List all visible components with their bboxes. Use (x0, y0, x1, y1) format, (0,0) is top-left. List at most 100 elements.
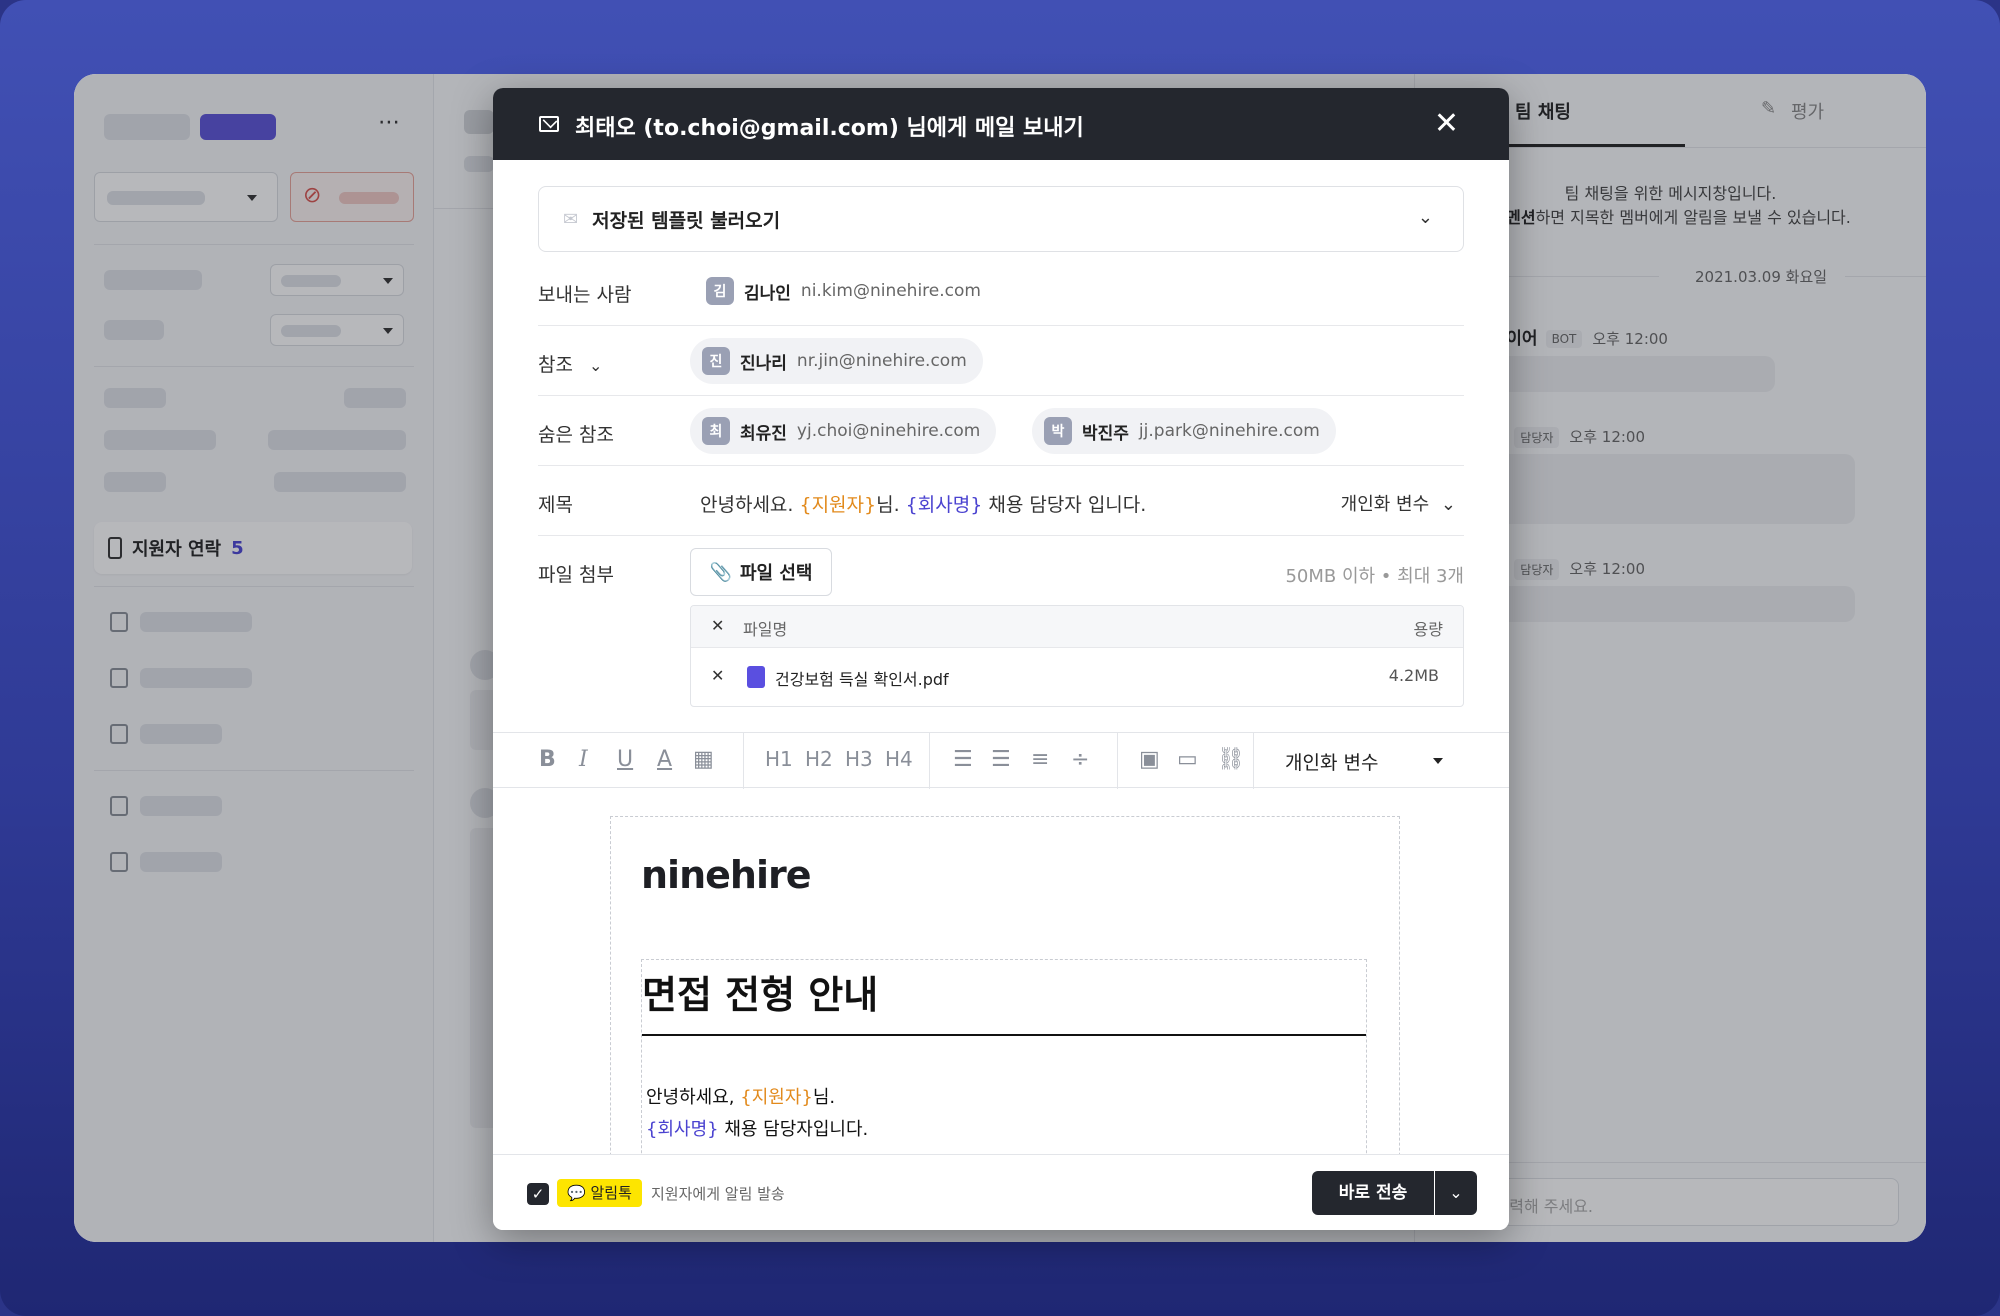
alimtalk-label: 알림톡 (590, 1184, 632, 1202)
caret-down-icon (1433, 758, 1443, 764)
email-canvas: ninehire 면접 전형 안내 안녕하세요, {지원자}님. {회사명} 채… (610, 816, 1400, 1154)
from-email: ni.kim@ninehire.com (800, 281, 981, 301)
from-row: 보내는 사람 김 김나인 ni.kim@ninehire.com (538, 256, 1464, 326)
cc-chip[interactable]: 진 진나리 nr.jin@ninehire.com (690, 338, 983, 384)
subject-text: 안녕하세요. (700, 494, 800, 516)
personalize-label: 개인화 변수 (1340, 494, 1430, 515)
bcc-email: yj.choi@ninehire.com (796, 421, 981, 441)
send-mail-modal: 최태오 (to.choi@gmail.com) 님에게 메일 보내기 ✕ ✉ 저… (493, 88, 1509, 1230)
content-block[interactable]: 면접 전형 안내 안녕하세요, {지원자}님. {회사명} 채용 담당자입니다. (641, 959, 1367, 1154)
column-filename: 파일명 (743, 620, 788, 639)
subject-row[interactable]: 제목 안녕하세요. {지원자}님. {회사명} 채용 담당자 입니다. 개인화 … (538, 466, 1464, 536)
column-size: 용량 (1413, 620, 1443, 639)
bcc-email: jj.park@ninehire.com (1138, 421, 1320, 441)
avatar: 박 (1044, 417, 1072, 445)
body-paragraph: 안녕하세요, {지원자}님. {회사명} 채용 담당자입니다. (646, 1082, 868, 1146)
video-icon[interactable]: ▭ (1177, 747, 1198, 772)
file-select-label: 파일 선택 (739, 563, 813, 584)
body-heading: 면접 전형 안내 (642, 973, 879, 1017)
file-table-header: ✕ 파일명 용량 (691, 606, 1463, 648)
cc-row: 참조 ⌄ 진 진나리 nr.jin@ninehire.com (538, 326, 1464, 396)
remove-all-icon[interactable]: ✕ (711, 616, 724, 635)
remove-file-icon[interactable]: ✕ (711, 666, 724, 685)
ordered-list-icon[interactable]: ☰ (953, 747, 973, 772)
bcc-name: 박진주 (1082, 423, 1129, 444)
file-select-button[interactable]: 📎 파일 선택 (690, 548, 832, 596)
bcc-chip[interactable]: 박 박진주 jj.park@ninehire.com (1032, 408, 1336, 454)
heading2-icon[interactable]: H2 (805, 747, 833, 771)
attach-row: 파일 첨부 📎 파일 선택 50MB 이하 • 최대 3개 (538, 536, 1464, 606)
modal-title: 최태오 (to.choi@gmail.com) 님에게 메일 보내기 (575, 116, 1084, 141)
file-name: 건강보험 득실 확인서.pdf (775, 670, 949, 689)
link-icon[interactable]: ⛓ (1217, 747, 1245, 772)
cc-name: 진나리 (740, 353, 787, 374)
text-color-icon[interactable]: A (657, 747, 672, 772)
avatar: 진 (702, 347, 730, 375)
chevron-down-icon: ⌄ (1440, 494, 1456, 515)
body-text: 채용 담당자입니다. (718, 1119, 869, 1140)
variable-company: {회사명} (905, 494, 983, 516)
subject-input[interactable]: 안녕하세요. {지원자}님. {회사명} 채용 담당자 입니다. (700, 490, 1146, 517)
envelope-icon: ✉ (563, 208, 579, 230)
bcc-row: 숨은 참조 최 최유진 yj.choi@ninehire.com 박 박진주 j… (538, 396, 1464, 466)
logo: ninehire (641, 853, 811, 897)
variable-company: {회사명} (646, 1119, 719, 1140)
chat-bubble-icon: 💬 (567, 1184, 586, 1202)
alimtalk-checkbox[interactable]: ✓ (527, 1183, 549, 1205)
file-table: ✕ 파일명 용량 ✕ 건강보험 득실 확인서.pdf 4.2MB (690, 605, 1464, 707)
mail-icon (539, 116, 559, 132)
bcc-chip[interactable]: 최 최유진 yj.choi@ninehire.com (690, 408, 997, 454)
underline-icon[interactable]: U (617, 747, 633, 772)
attach-label: 파일 첨부 (538, 564, 614, 586)
editor-area[interactable]: ninehire 면접 전형 안내 안녕하세요, {지원자}님. {회사명} 채… (493, 788, 1509, 1154)
cc-label[interactable]: 참조 ⌄ (538, 350, 602, 377)
bcc-name: 최유진 (740, 423, 787, 444)
personalize-dropdown[interactable]: 개인화 변수 ⌄ (1341, 490, 1456, 516)
chevron-down-icon: ⌄ (1417, 207, 1433, 228)
from-chip: 김 김나인 ni.kim@ninehire.com (694, 268, 997, 314)
table-icon[interactable]: ▦ (693, 747, 714, 772)
divider-icon[interactable]: ÷ (1071, 747, 1089, 772)
paperclip-icon: 📎 (709, 561, 732, 583)
notify-text: 지원자에게 알림 발송 (651, 1185, 785, 1203)
attach-limit: 50MB 이하 • 최대 3개 (1285, 566, 1464, 587)
heading4-icon[interactable]: H4 (885, 747, 913, 771)
cc-label-text: 참조 (538, 354, 573, 376)
chevron-down-icon: ⌄ (1449, 1183, 1463, 1202)
cc-email: nr.jin@ninehire.com (796, 351, 967, 371)
heading1-icon[interactable]: H1 (765, 747, 793, 771)
subject-label: 제목 (538, 494, 573, 516)
variable-applicant: {지원자} (740, 1087, 813, 1108)
heading3-icon[interactable]: H3 (845, 747, 873, 771)
from-name: 김나인 (744, 283, 791, 304)
body-text: 님. (812, 1087, 836, 1108)
subject-text: 채용 담당자 입니다. (982, 494, 1147, 516)
align-icon[interactable]: ≡ (1031, 747, 1049, 772)
italic-icon[interactable]: I (579, 747, 588, 772)
image-icon[interactable]: ▣ (1139, 747, 1160, 772)
from-label: 보내는 사람 (538, 284, 632, 306)
chevron-down-icon: ⌄ (589, 356, 603, 375)
alimtalk-badge: 💬 알림톡 (557, 1179, 642, 1207)
bullet-list-icon[interactable]: ☰ (991, 747, 1011, 772)
avatar: 김 (706, 277, 734, 305)
close-icon[interactable]: ✕ (1434, 104, 1459, 144)
send-now-button[interactable]: 바로 전송 (1312, 1171, 1434, 1215)
editor-toolbar: B I U A ▦ H1 H2 H3 H4 ☰ ☰ ≡ ÷ ▣ ▭ ⛓ 개인화 … (493, 732, 1509, 789)
variable-applicant: {지원자} (799, 494, 877, 516)
window-frame: ⋯ ⊘ 지원자 연락 5 팀 채팅 ✎ 평가 팀 채팅을 위한 메시지창입니다.… (0, 0, 2000, 1316)
modal-footer: ✓ 💬 알림톡 지원자에게 알림 발송 바로 전송 ⌄ (493, 1154, 1509, 1230)
send-options-button[interactable]: ⌄ (1435, 1171, 1477, 1215)
body-text: 안녕하세요, (646, 1087, 741, 1108)
heading-rule (642, 1034, 1366, 1036)
pdf-file-icon (747, 666, 765, 688)
table-row: ✕ 건강보험 득실 확인서.pdf 4.2MB (691, 648, 1463, 706)
bcc-label: 숨은 참조 (538, 424, 614, 446)
avatar: 최 (702, 417, 730, 445)
personalize-toolbar-dropdown[interactable]: 개인화 변수 (1285, 748, 1378, 775)
template-dropdown[interactable]: ✉ 저장된 템플릿 불러오기 ⌄ (538, 186, 1464, 252)
file-size: 4.2MB (1388, 666, 1439, 685)
bold-icon[interactable]: B (539, 747, 556, 772)
modal-header: 최태오 (to.choi@gmail.com) 님에게 메일 보내기 ✕ (493, 88, 1509, 160)
template-label: 저장된 템플릿 불러오기 (592, 209, 781, 232)
